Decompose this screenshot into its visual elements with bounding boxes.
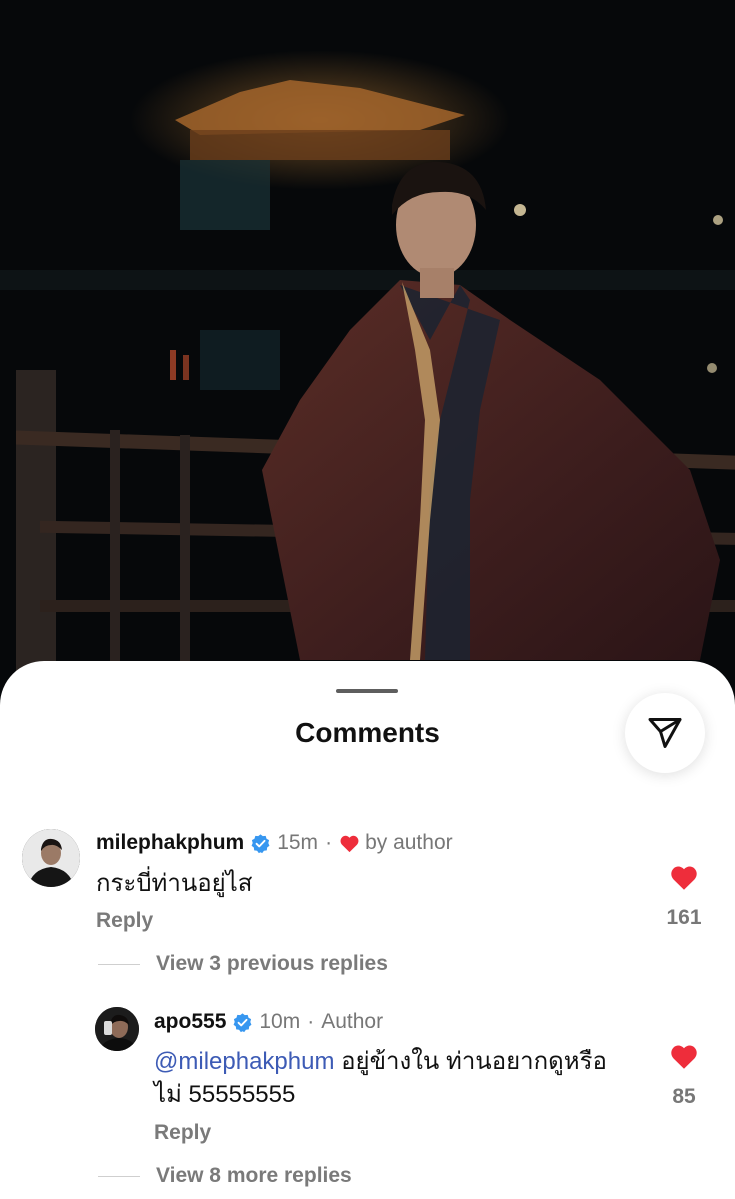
like-count: 161 [666,906,702,929]
comment-time: 15m [277,831,319,854]
paper-plane-icon [648,718,682,748]
comment-text-line2: ไม่ 55555555 [154,1081,296,1108]
avatar[interactable] [95,1007,139,1051]
comment-username[interactable]: apo555 [154,1010,226,1034]
comment-text: @milephakphum อยู่ข้างใน ท่านอยากดูหรือ … [154,1045,644,1111]
replies-divider-line [98,963,140,965]
verified-badge-icon [233,1012,252,1032]
replies-divider-line [98,1175,140,1177]
separator-dot: · [325,831,333,854]
verified-badge-icon [251,833,270,853]
view-replies-button[interactable]: View 3 previous replies [98,952,388,976]
comments-sheet: Comments milephakphum 15m · by author กร… [0,661,735,1199]
reply-button[interactable]: Reply [96,909,153,933]
comment-text: กระบี่ท่านอยู่ไส [96,870,253,897]
post-photo [0,0,735,720]
view-replies-button[interactable]: View 8 more replies [98,1164,352,1188]
view-replies-label: View 8 more replies [156,1164,352,1187]
comment-time: 10m [259,1010,301,1033]
liked-by-author-label: by author [365,831,453,854]
mention-link[interactable]: @milephakphum [154,1048,334,1075]
separator-dot: · [307,1010,315,1033]
view-replies-label: View 3 previous replies [156,952,388,975]
heart-icon [340,835,359,852]
comment-username[interactable]: milephakphum [96,831,244,855]
like-heart-icon[interactable] [669,864,699,891]
sheet-drag-handle[interactable] [336,689,398,693]
like-count: 85 [672,1085,696,1108]
share-button[interactable] [625,693,705,773]
author-label: Author [321,1010,384,1033]
avatar[interactable] [22,829,80,887]
reply-button[interactable]: Reply [154,1121,211,1145]
comment-text-line1: อยู่ข้างใน ท่านอยากดูหรือ [334,1048,607,1075]
like-heart-icon[interactable] [669,1043,699,1070]
